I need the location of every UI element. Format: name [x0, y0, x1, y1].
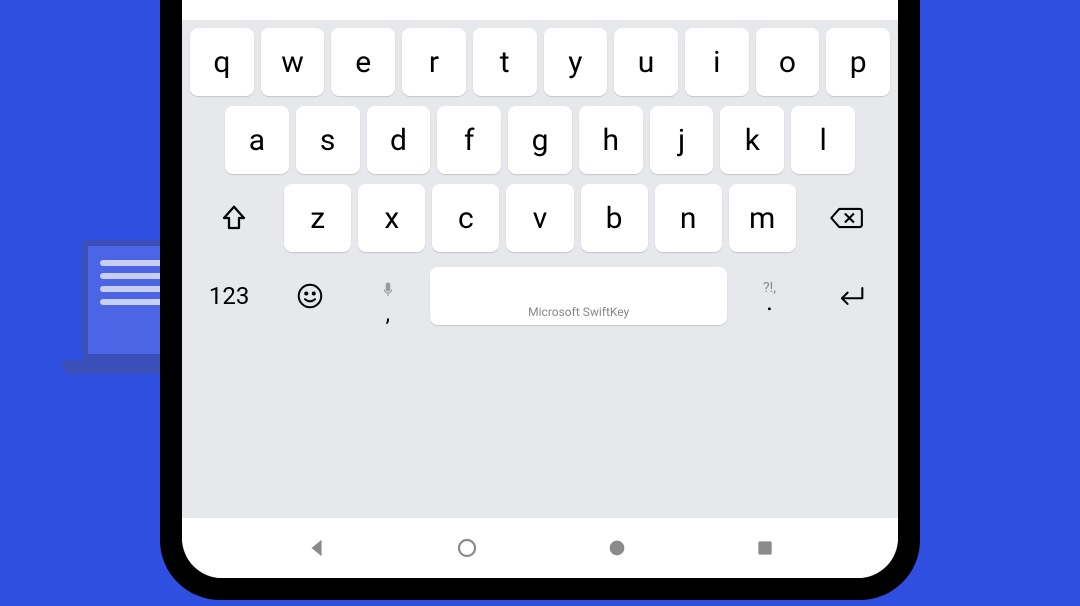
key-f[interactable]: f: [437, 106, 501, 174]
key-p[interactable]: p: [826, 28, 890, 96]
key-m[interactable]: m: [729, 184, 796, 252]
key-j[interactable]: j: [650, 106, 714, 174]
key-enter[interactable]: [812, 262, 890, 330]
key-h[interactable]: h: [579, 106, 643, 174]
clipboard-cloud-icon: [430, 0, 466, 4]
key-mic-comma[interactable]: ,: [353, 262, 423, 330]
key-o[interactable]: o: [756, 28, 820, 96]
nav-home[interactable]: [455, 536, 479, 560]
key-q[interactable]: q: [190, 28, 254, 96]
key-v[interactable]: v: [506, 184, 573, 252]
key-z[interactable]: z: [284, 184, 351, 252]
key-w[interactable]: w: [261, 28, 325, 96]
key-g[interactable]: g: [508, 106, 572, 174]
key-k[interactable]: k: [720, 106, 784, 174]
key-a[interactable]: a: [225, 106, 289, 174]
key-period[interactable]: ?!, .: [734, 262, 804, 330]
key-period-label: .: [766, 295, 773, 311]
key-t[interactable]: t: [473, 28, 537, 96]
key-i[interactable]: i: [685, 28, 749, 96]
android-navbar: [182, 518, 898, 578]
key-u[interactable]: u: [614, 28, 678, 96]
key-numbers[interactable]: 123: [190, 262, 268, 330]
key-c[interactable]: c: [432, 184, 499, 252]
key-n[interactable]: n: [655, 184, 722, 252]
phone-frame: 217 555-0113 q w e r t y u i o p a s d f: [160, 0, 920, 600]
key-y[interactable]: y: [544, 28, 608, 96]
key-e[interactable]: e: [331, 28, 395, 96]
key-emoji[interactable]: [275, 262, 345, 330]
key-shift[interactable]: [190, 184, 277, 252]
key-backspace[interactable]: [803, 184, 890, 252]
key-b[interactable]: b: [581, 184, 648, 252]
nav-recent-circle[interactable]: [606, 537, 628, 559]
clipboard-suggestion[interactable]: 217 555-0113: [182, 0, 898, 20]
clipboard-suggestion-text: 217 555-0113: [478, 0, 650, 3]
space-brand-label: Microsoft SwiftKey: [528, 305, 629, 319]
nav-back[interactable]: [306, 537, 328, 559]
key-comma-label: ,: [386, 311, 390, 320]
nav-recent[interactable]: [755, 538, 775, 558]
key-s[interactable]: s: [296, 106, 360, 174]
key-l[interactable]: l: [791, 106, 855, 174]
keyboard: q w e r t y u i o p a s d f g h j k l: [182, 20, 898, 518]
key-space[interactable]: Microsoft SwiftKey: [430, 267, 727, 325]
key-x[interactable]: x: [358, 184, 425, 252]
key-d[interactable]: d: [367, 106, 431, 174]
key-r[interactable]: r: [402, 28, 466, 96]
